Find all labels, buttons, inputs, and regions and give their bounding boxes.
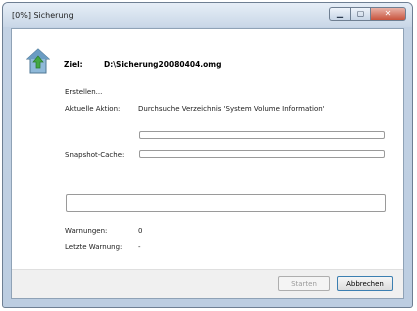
dialog-window: [0%] Sicherung ▁ ▢ ✕ Ziel: D:\Sicherung2… <box>2 2 413 308</box>
cancel-button[interactable]: Abbrechen <box>337 276 393 291</box>
start-button[interactable]: Starten <box>278 276 330 291</box>
snapshot-cache-bar <box>139 150 385 158</box>
minimize-button[interactable]: ▁ <box>329 7 350 21</box>
log-box <box>66 194 386 212</box>
current-action-value: Durchsuche Verzeichnis 'System Volume In… <box>138 105 325 113</box>
maximize-button[interactable]: ▢ <box>350 7 370 21</box>
snapshot-cache-label: Snapshot-Cache: <box>65 151 125 159</box>
target-path: D:\Sicherung20080404.omg <box>104 60 222 69</box>
title-bar[interactable]: [0%] Sicherung ▁ ▢ ✕ <box>3 3 412 27</box>
minimize-icon: ▁ <box>336 9 344 18</box>
caption-buttons: ▁ ▢ ✕ <box>329 7 406 22</box>
current-action-label: Aktuelle Aktion: <box>65 105 121 113</box>
warnings-label: Warnungen: <box>65 227 108 235</box>
maximize-icon: ▢ <box>356 9 365 18</box>
button-bar: Starten Abbrechen <box>12 269 403 298</box>
warnings-count: 0 <box>138 227 143 235</box>
target-label: Ziel: <box>64 60 83 69</box>
dialog-content: Ziel: D:\Sicherung20080404.omg Erstellen… <box>11 28 404 299</box>
overall-progress-bar <box>139 131 385 139</box>
window-title: [0%] Sicherung <box>12 11 74 20</box>
close-icon: ✕ <box>384 9 392 18</box>
close-button[interactable]: ✕ <box>370 7 406 21</box>
status-text: Erstellen... <box>65 88 103 96</box>
last-warning-label: Letzte Warnung: <box>65 243 123 251</box>
backup-house-icon <box>26 48 50 74</box>
last-warning-value: - <box>138 243 141 251</box>
